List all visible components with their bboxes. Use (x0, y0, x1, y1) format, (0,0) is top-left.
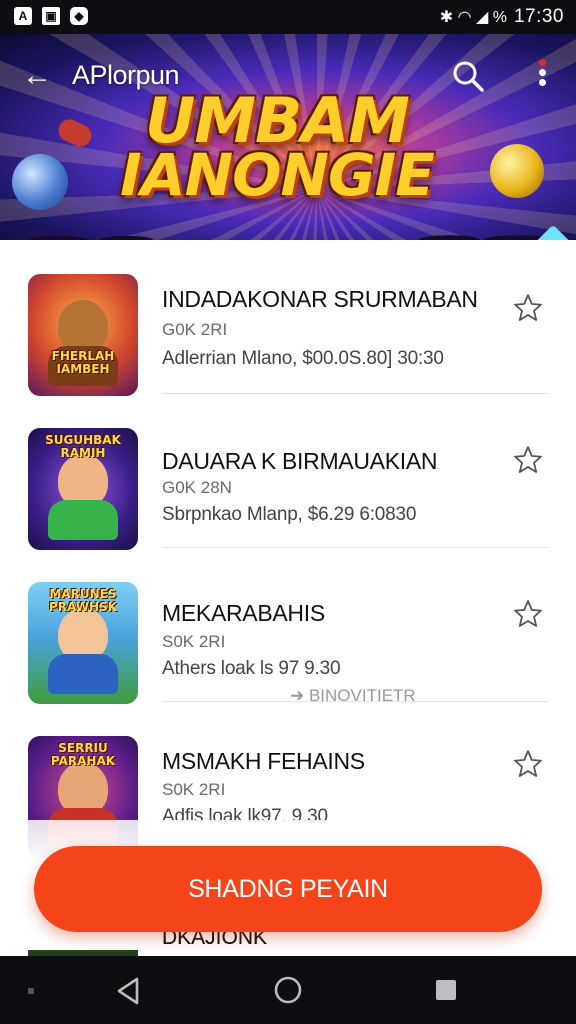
system-nav-bar (0, 956, 576, 1024)
notification-a-icon: A (14, 7, 32, 25)
notification-image-icon: ▣ (42, 7, 60, 25)
search-icon[interactable] (450, 58, 486, 94)
thumbnail-logo-text: FHERLAH IAMBEH (51, 349, 115, 376)
item-subtitle: S0K 2RI (162, 780, 226, 799)
notification-shield-icon: ◆ (70, 7, 88, 25)
thumbnail-logo-text: MARUNES PRAWHSK (48, 587, 117, 614)
app-title: APlorpun (72, 60, 180, 90)
item-meta: Athers loak ls 97 9.30 (162, 658, 341, 679)
item-meta: Sbrpnkao Mlanp, $6.29 6:0830 (162, 504, 417, 525)
item-title: MEKARABAHIS (162, 600, 325, 626)
nav-home-icon[interactable] (272, 974, 304, 1006)
favorite-star-icon[interactable] (512, 444, 544, 476)
favorite-star-icon[interactable] (512, 292, 544, 324)
favorite-star-icon[interactable] (512, 598, 544, 630)
list-item[interactable]: FHERLAH IAMBEH INDADAKONAR SRURMABAN G0K… (0, 240, 576, 396)
item-meta: Adlerrian Mlano, $00.0S.80] 30:30 (162, 348, 444, 369)
gold-coin-icon (490, 144, 544, 198)
item-title: MSMAKH FEHAINS (162, 748, 365, 774)
game-thumbnail: MARUNES PRAWHSK (28, 582, 138, 704)
item-title: DAUARA K BIRMAUAKIAN (162, 448, 438, 474)
status-bar: A ▣ ◆ ✱ ◠ ◢ % 17:30 (0, 0, 576, 34)
thumbnail-logo-text: SUGUHBAK RAMIH (45, 433, 121, 460)
item-subtitle: G0K 28N (162, 478, 232, 497)
item-title: INDADAKONAR SRURMABAN (162, 286, 478, 312)
nav-indicator (28, 988, 34, 994)
item-subtitle: S0K 2RI (162, 632, 226, 651)
blue-orb-icon (12, 154, 68, 210)
nav-recent-apps-icon[interactable] (432, 976, 460, 1004)
primary-action-button[interactable]: SHADNG PEYAIN (34, 846, 542, 932)
system-indicators: ✱ ◠ ◢ % 17:30 (440, 6, 564, 28)
signal-wifi-battery-icons: ✱ ◠ ◢ % (439, 9, 507, 26)
back-arrow-icon[interactable]: ← (22, 58, 62, 94)
banner-logo: UMBAM IANONGIE (112, 89, 442, 210)
clock: 17:30 (513, 6, 564, 27)
app-screen: A ▣ ◆ ✱ ◠ ◢ % 17:30 UMBAM IANONGIE ← APl… (0, 0, 576, 1024)
item-subtitle: G0K 2RI (162, 320, 228, 339)
game-thumbnail: FHERLAH IAMBEH (28, 274, 138, 396)
banner-logo-line2: IANONGIE (120, 141, 435, 210)
list-item[interactable]: MARUNES PRAWHSK MEKARABAHIS S0K 2RI Athe… (0, 548, 576, 705)
nav-back-icon[interactable] (112, 974, 146, 1008)
thumbnail-logo-text: SERRIU PARAHAK (50, 741, 116, 768)
notification-icons: A ▣ ◆ (14, 7, 88, 25)
favorite-star-icon[interactable] (512, 748, 544, 780)
game-thumbnail: SUGUHBAK RAMIH (28, 428, 138, 550)
list-item[interactable]: SUGUHBAK RAMIH DAUARA K BIRMAUAKIAN G0K … (0, 394, 576, 550)
more-options-icon[interactable] (530, 56, 554, 96)
